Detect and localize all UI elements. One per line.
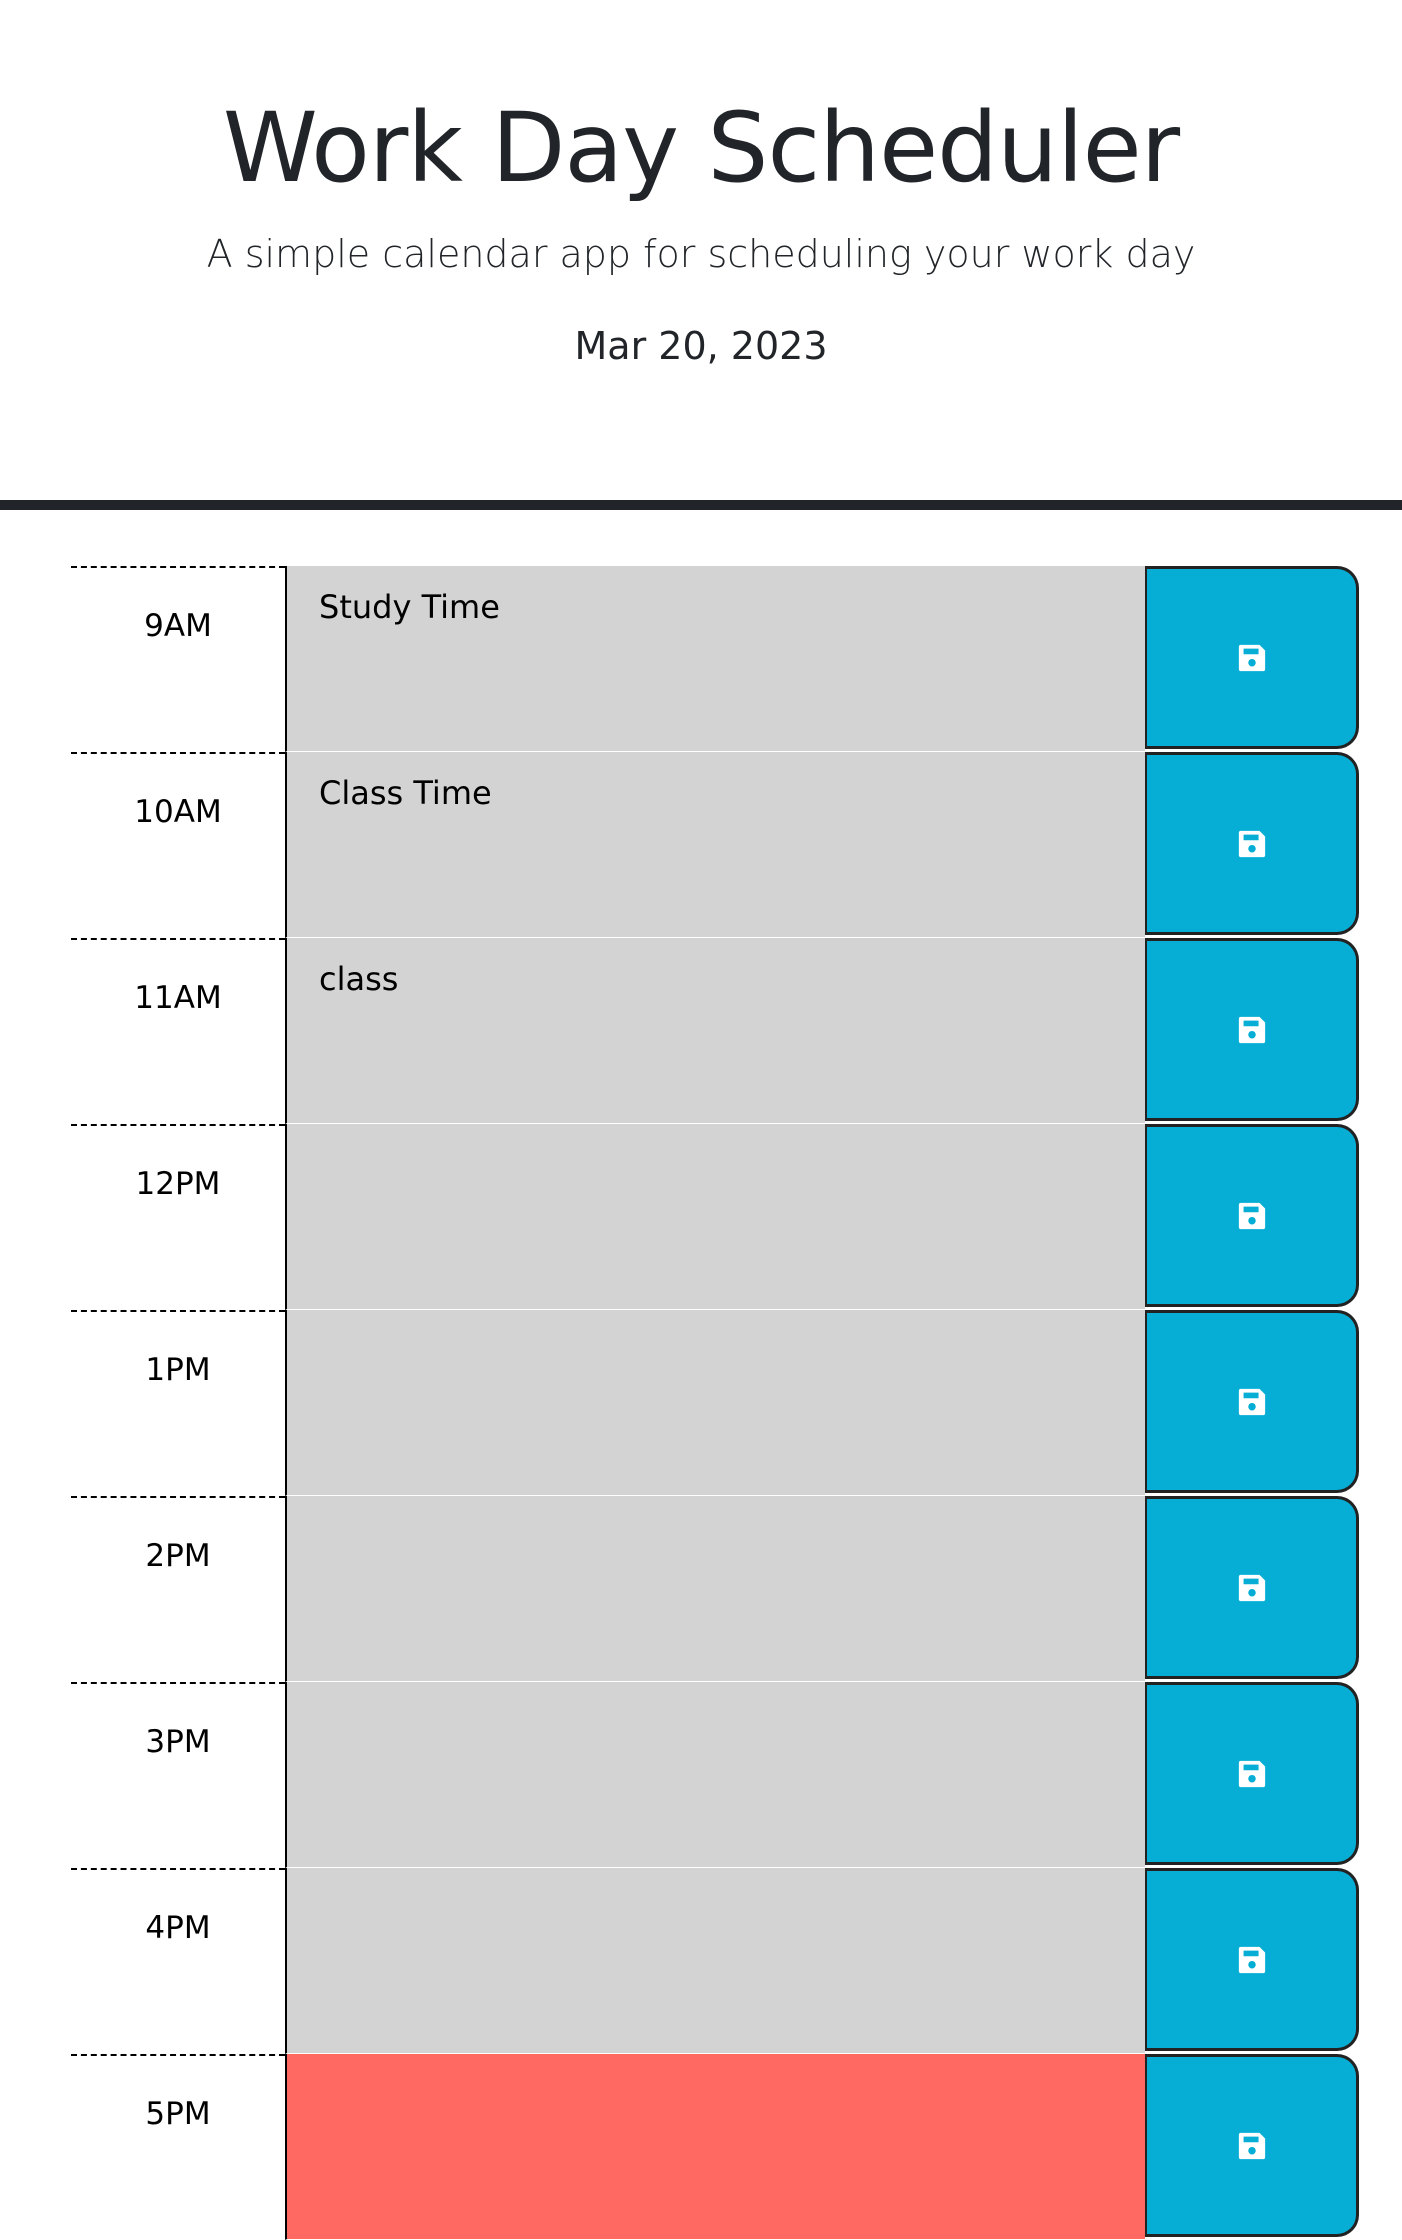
save-button[interactable] xyxy=(1145,1496,1359,1679)
time-block: 4PM xyxy=(71,1868,1361,2054)
save-button[interactable] xyxy=(1145,1682,1359,1865)
save-button[interactable] xyxy=(1145,1310,1359,1493)
description-input[interactable] xyxy=(285,1124,1145,1310)
hour-label: 12PM xyxy=(71,1124,285,1310)
time-block: 12PM xyxy=(71,1124,1361,1310)
description-input[interactable] xyxy=(285,1496,1145,1682)
hour-label: 2PM xyxy=(71,1496,285,1682)
time-block: 2PM xyxy=(71,1496,1361,1682)
hour-label: 4PM xyxy=(71,1868,285,2054)
save-icon xyxy=(1238,1016,1265,1043)
save-icon xyxy=(1238,2132,1265,2159)
hour-label: 1PM xyxy=(71,1310,285,1496)
description-input[interactable]: class xyxy=(285,938,1145,1124)
hour-label: 3PM xyxy=(71,1682,285,1868)
save-button[interactable] xyxy=(1145,1124,1359,1307)
save-icon xyxy=(1238,1946,1265,1973)
description-input[interactable]: Study Time xyxy=(285,566,1145,752)
time-block: 10AM Class Time xyxy=(71,752,1361,938)
description-input[interactable] xyxy=(285,2054,1145,2240)
hour-label: 9AM xyxy=(71,566,285,752)
save-button[interactable] xyxy=(1145,752,1359,935)
save-icon xyxy=(1238,644,1265,671)
description-input[interactable] xyxy=(285,1310,1145,1496)
save-button[interactable] xyxy=(1145,1868,1359,2051)
hour-label: 10AM xyxy=(71,752,285,938)
save-icon xyxy=(1238,830,1265,857)
hour-label: 5PM xyxy=(71,2054,285,2240)
time-block: 9AM Study Time xyxy=(71,566,1361,752)
page-title: Work Day Scheduler xyxy=(222,92,1180,204)
time-block: 5PM xyxy=(71,2054,1361,2240)
save-icon xyxy=(1238,1760,1265,1787)
save-button[interactable] xyxy=(1145,938,1359,1121)
save-icon xyxy=(1238,1202,1265,1229)
save-icon xyxy=(1238,1574,1265,1601)
description-input[interactable] xyxy=(285,1868,1145,2054)
header: Work Day Scheduler A simple calendar app… xyxy=(0,0,1402,510)
time-block: 3PM xyxy=(71,1682,1361,1868)
hour-label: 11AM xyxy=(71,938,285,1124)
save-button[interactable] xyxy=(1145,566,1359,749)
description-input[interactable] xyxy=(285,1682,1145,1868)
current-day: Mar 20, 2023 xyxy=(574,324,828,368)
description-input[interactable]: Class Time xyxy=(285,752,1145,938)
time-block: 1PM xyxy=(71,1310,1361,1496)
time-block: 11AM class xyxy=(71,938,1361,1124)
page-subtitle: A simple calendar app for scheduling you… xyxy=(206,232,1196,276)
planner: 9AM Study Time 10AM Class Time 11AM clas… xyxy=(71,566,1361,2240)
save-button[interactable] xyxy=(1145,2054,1359,2237)
save-icon xyxy=(1238,1388,1265,1415)
